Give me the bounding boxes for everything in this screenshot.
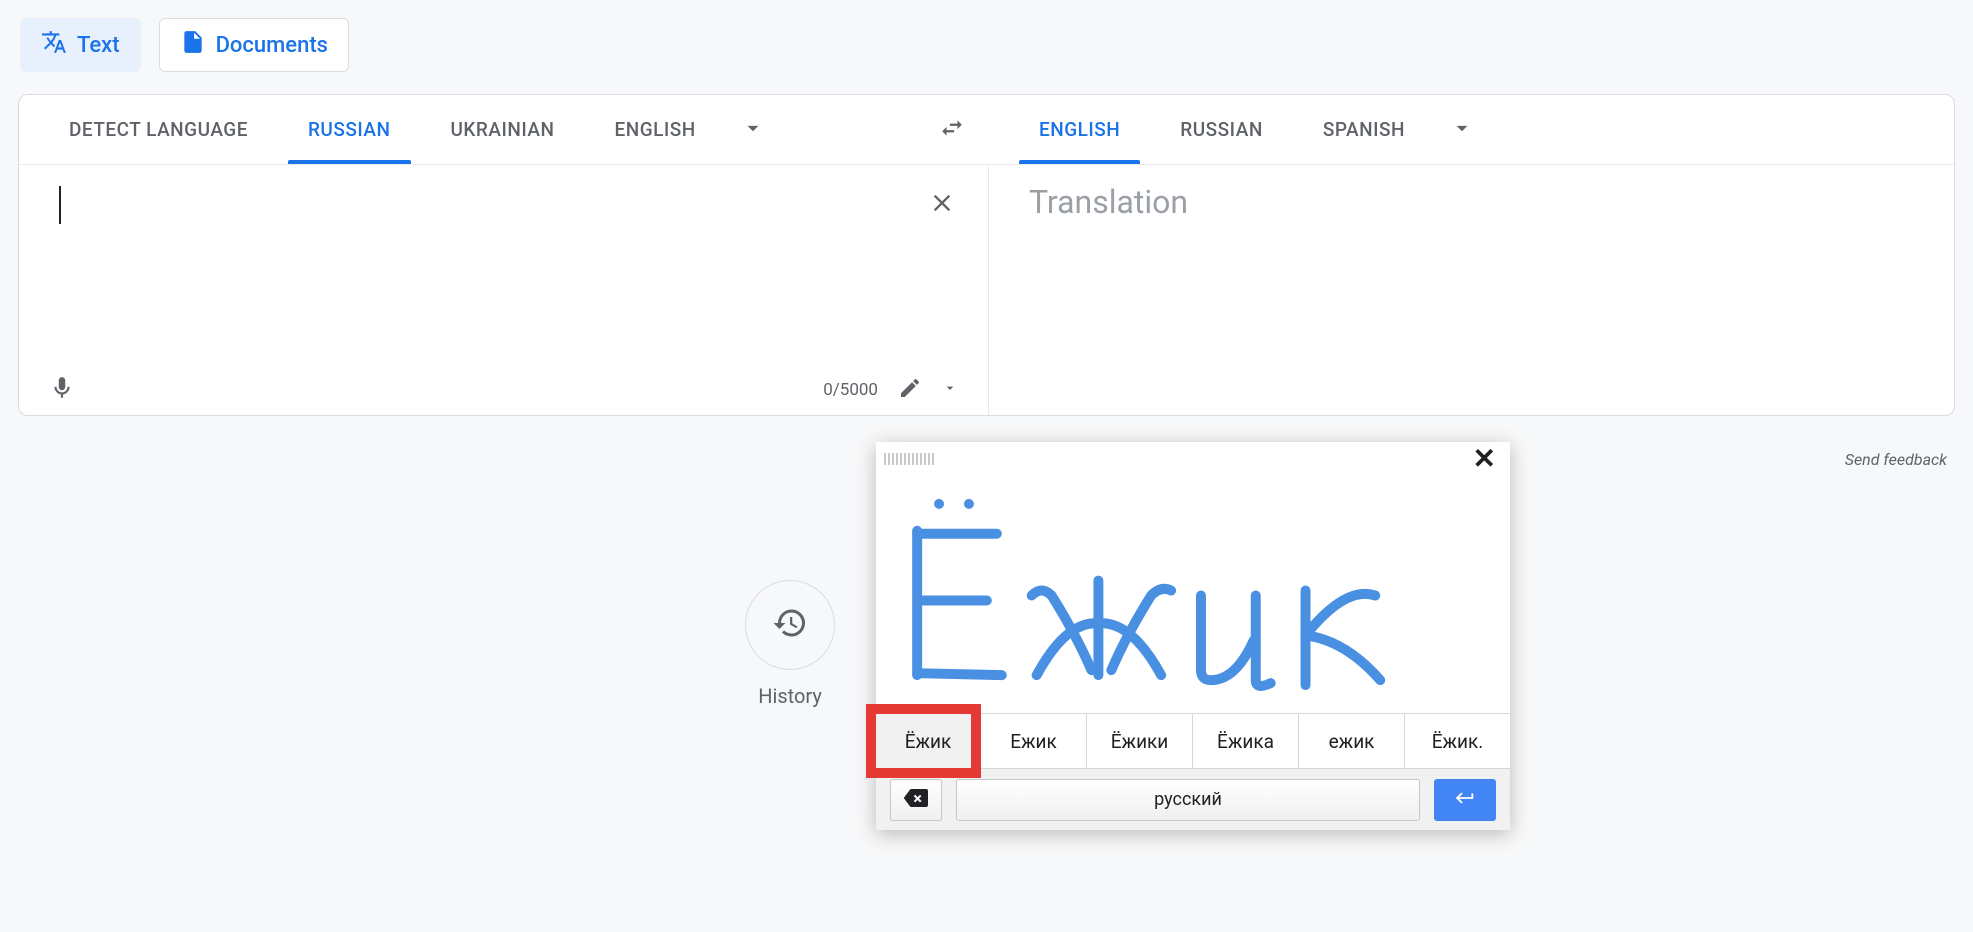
translation-placeholder: Translation	[989, 165, 1954, 239]
handwriting-close-button[interactable]: ✕	[1467, 443, 1502, 475]
history-icon	[772, 605, 808, 645]
enter-icon	[1454, 787, 1476, 813]
target-lang-2[interactable]: SPANISH	[1293, 95, 1435, 164]
swap-languages-button[interactable]	[925, 103, 979, 157]
suggestion-0[interactable]: Ёжик	[876, 714, 981, 768]
source-detect-language[interactable]: DETECT LANGUAGE	[39, 95, 278, 164]
target-lang-0[interactable]: ENGLISH	[1009, 95, 1150, 164]
handwriting-enter-button[interactable]	[1434, 779, 1496, 821]
swap-icon	[939, 115, 965, 145]
document-icon	[180, 29, 206, 61]
clear-input-button[interactable]	[920, 183, 964, 227]
history-label: History	[745, 684, 835, 708]
target-pane: Translation	[989, 165, 1954, 415]
chevron-down-icon	[740, 115, 766, 145]
mode-tab-documents-label: Documents	[216, 33, 328, 58]
suggestion-5[interactable]: Ёжик.	[1405, 714, 1510, 768]
source-text-input[interactable]	[19, 165, 988, 325]
target-lang-more[interactable]	[1435, 103, 1489, 157]
source-lang-2[interactable]: ENGLISH	[584, 95, 725, 164]
translate-card: DETECT LANGUAGE RUSSIAN UKRAINIAN ENGLIS…	[18, 94, 1955, 416]
input-method-dropdown[interactable]	[942, 380, 958, 400]
close-icon: ✕	[1473, 442, 1496, 475]
source-pane: 0/5000	[19, 165, 989, 415]
language-row: DETECT LANGUAGE RUSSIAN UKRAINIAN ENGLIS…	[19, 95, 1954, 165]
history-button[interactable]	[745, 580, 835, 670]
char-counter: 0/5000	[823, 380, 878, 400]
translate-icon	[41, 29, 67, 61]
drag-handle[interactable]	[884, 453, 936, 465]
handwriting-language-button[interactable]: русский	[956, 779, 1420, 821]
microphone-icon	[49, 375, 75, 405]
pencil-icon	[898, 376, 922, 404]
handwriting-suggestions: Ёжик Ежик Ёжики Ёжика ежик Ёжик.	[876, 714, 1510, 768]
suggestion-2[interactable]: Ёжики	[1087, 714, 1193, 768]
chevron-down-icon	[1449, 115, 1475, 145]
source-lang-1[interactable]: UKRAINIAN	[421, 95, 585, 164]
suggestion-4[interactable]: ежик	[1299, 714, 1405, 768]
target-lang-1[interactable]: RUSSIAN	[1150, 95, 1293, 164]
history-section: History	[745, 580, 835, 708]
source-lang-0[interactable]: RUSSIAN	[278, 95, 421, 164]
mode-tab-documents[interactable]: Documents	[159, 18, 349, 72]
source-lang-more[interactable]	[726, 103, 780, 157]
mode-tab-text[interactable]: Text	[20, 18, 141, 72]
mode-tab-text-label: Text	[77, 33, 120, 58]
suggestion-3[interactable]: Ёжика	[1193, 714, 1299, 768]
handwriting-delete-button[interactable]	[890, 779, 942, 821]
text-caret	[59, 186, 61, 224]
suggestion-1[interactable]: Ежик	[981, 714, 1087, 768]
handwriting-canvas[interactable]	[876, 476, 1510, 714]
backspace-icon	[904, 786, 928, 814]
send-feedback-link[interactable]: Send feedback	[1845, 450, 1947, 469]
handwriting-input-button[interactable]	[898, 376, 922, 404]
handwriting-panel: ✕	[876, 442, 1510, 830]
close-icon	[928, 189, 956, 221]
caret-down-icon	[942, 380, 958, 400]
voice-input-button[interactable]	[49, 375, 75, 405]
